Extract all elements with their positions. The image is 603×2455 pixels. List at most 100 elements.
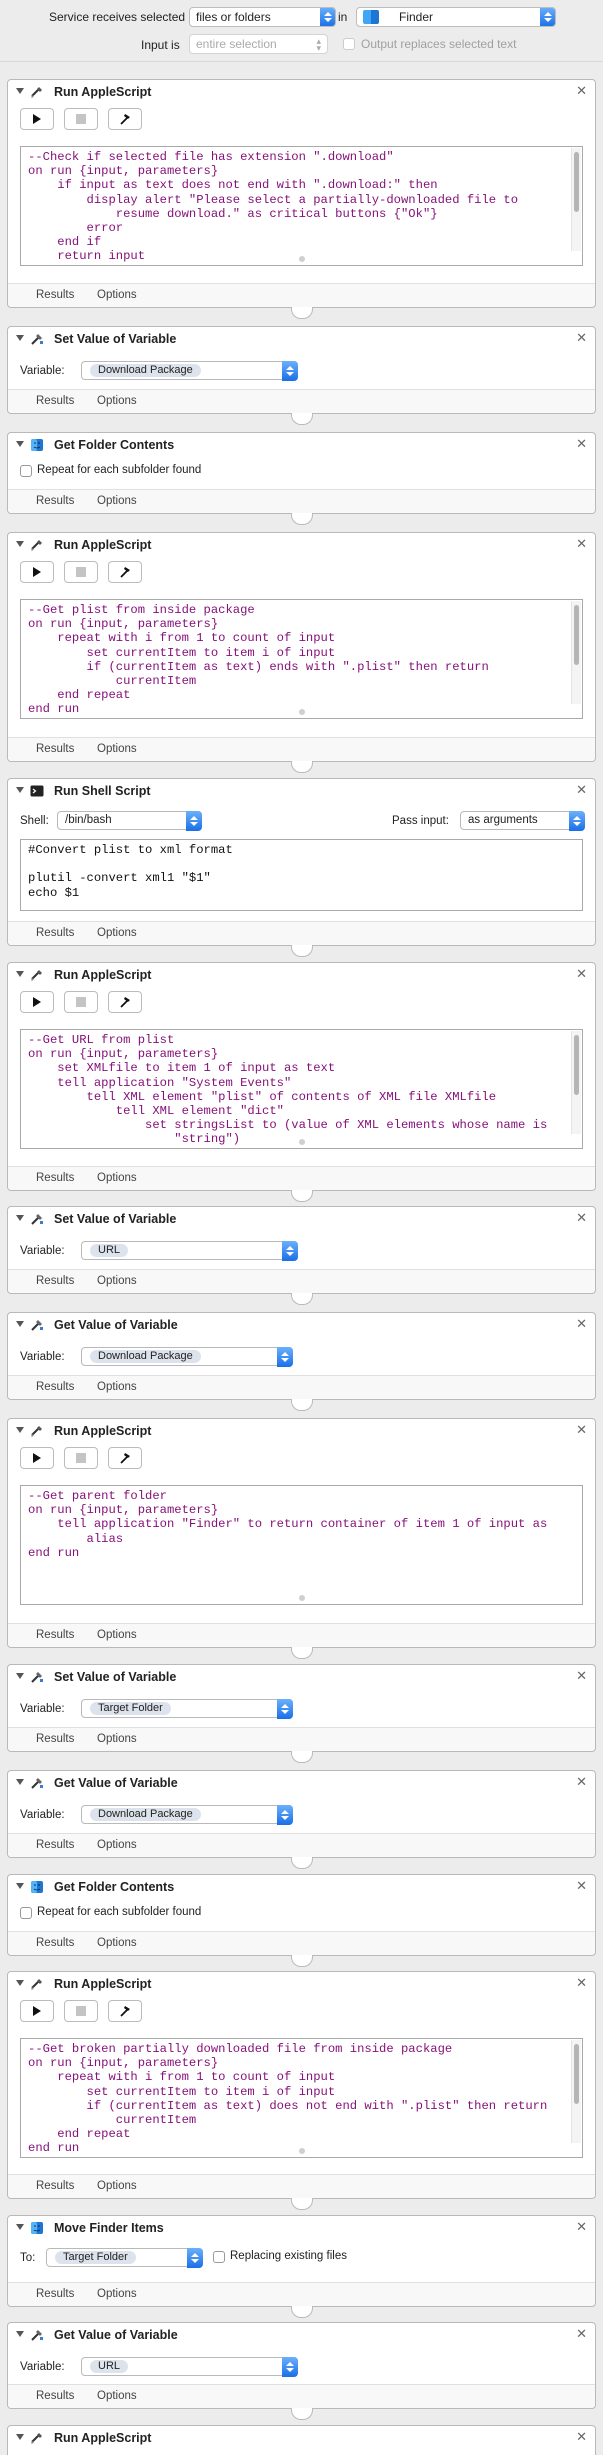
action-header[interactable]: Set Value of Variable ✕: [8, 327, 595, 351]
disclosure-triangle-icon[interactable]: [16, 1883, 24, 1889]
close-icon[interactable]: ✕: [576, 436, 587, 452]
options-tab[interactable]: Options: [97, 495, 137, 507]
stop-button[interactable]: [64, 108, 98, 130]
action-header[interactable]: Run AppleScript ✕: [8, 1419, 595, 1443]
scroll-thumb[interactable]: [574, 1035, 579, 1095]
action-header[interactable]: Run AppleScript ✕: [8, 2426, 595, 2450]
action-header[interactable]: Get Value of Variable ✕: [8, 1771, 595, 1795]
run-button[interactable]: [20, 991, 54, 1013]
disclosure-triangle-icon[interactable]: [16, 2331, 24, 2337]
resize-handle[interactable]: [298, 1139, 305, 1145]
variable-select[interactable]: Download Package: [81, 1805, 293, 1825]
resize-handle[interactable]: [298, 1595, 305, 1601]
variable-select[interactable]: Download Package: [81, 361, 298, 381]
scrollbar[interactable]: [571, 601, 581, 704]
stop-button[interactable]: [64, 561, 98, 583]
disclosure-triangle-icon[interactable]: [16, 1673, 24, 1679]
options-tab[interactable]: Options: [97, 395, 137, 407]
close-icon[interactable]: ✕: [576, 2219, 587, 2235]
applescript-editor[interactable]: --Get URL from plist on run {input, para…: [20, 1029, 583, 1149]
close-icon[interactable]: ✕: [576, 1316, 587, 1332]
action-header[interactable]: Get Folder Contents ✕: [8, 433, 595, 457]
options-tab[interactable]: Options: [97, 2288, 137, 2300]
results-tab[interactable]: Results: [36, 1839, 74, 1851]
run-button[interactable]: [20, 2000, 54, 2022]
options-tab[interactable]: Options: [97, 2180, 137, 2192]
scrollbar[interactable]: [571, 148, 581, 251]
close-icon[interactable]: ✕: [576, 1422, 587, 1438]
close-icon[interactable]: ✕: [576, 330, 587, 346]
action-header[interactable]: Run Shell Script ✕: [8, 779, 595, 803]
options-tab[interactable]: Options: [97, 2390, 137, 2402]
action-header[interactable]: Set Value of Variable ✕: [8, 1207, 595, 1231]
options-tab[interactable]: Options: [97, 743, 137, 755]
compile-button[interactable]: [108, 561, 142, 583]
results-tab[interactable]: Results: [36, 2180, 74, 2192]
results-tab[interactable]: Results: [36, 1381, 74, 1393]
compile-button[interactable]: [108, 2000, 142, 2022]
applescript-editor[interactable]: --Check if selected file has extension "…: [20, 146, 583, 266]
options-tab[interactable]: Options: [97, 1275, 137, 1287]
applescript-editor[interactable]: --Get plist from inside package on run {…: [20, 599, 583, 719]
shell-editor[interactable]: #Convert plist to xml format plutil -con…: [20, 839, 583, 911]
disclosure-triangle-icon[interactable]: [16, 787, 24, 793]
options-tab[interactable]: Options: [97, 1381, 137, 1393]
disclosure-triangle-icon[interactable]: [16, 1980, 24, 1986]
run-button[interactable]: [20, 108, 54, 130]
disclosure-triangle-icon[interactable]: [16, 2434, 24, 2440]
application-select[interactable]: Finder: [356, 7, 556, 27]
destination-select[interactable]: Target Folder: [46, 2248, 203, 2268]
applescript-editor[interactable]: --Get broken partially downloaded file f…: [20, 2038, 583, 2158]
repeat-subfolder-checkbox[interactable]: [20, 1907, 32, 1919]
stop-button[interactable]: [64, 991, 98, 1013]
close-icon[interactable]: ✕: [576, 83, 587, 99]
variable-select[interactable]: Download Package: [81, 1347, 293, 1367]
resize-handle[interactable]: [298, 709, 305, 715]
disclosure-triangle-icon[interactable]: [16, 1215, 24, 1221]
action-header[interactable]: Run AppleScript ✕: [8, 963, 595, 987]
disclosure-triangle-icon[interactable]: [16, 971, 24, 977]
action-header[interactable]: Run AppleScript ✕: [8, 533, 595, 557]
options-tab[interactable]: Options: [97, 1172, 137, 1184]
action-header[interactable]: Run AppleScript ✕: [8, 80, 595, 104]
results-tab[interactable]: Results: [36, 927, 74, 939]
disclosure-triangle-icon[interactable]: [16, 1321, 24, 1327]
scrollbar[interactable]: [571, 1031, 581, 1134]
shell-select[interactable]: /bin/bash: [57, 811, 202, 831]
results-tab[interactable]: Results: [36, 395, 74, 407]
resize-handle[interactable]: [298, 2148, 305, 2154]
run-button[interactable]: [20, 1447, 54, 1469]
results-tab[interactable]: Results: [36, 289, 74, 301]
pass-input-select[interactable]: as arguments: [460, 811, 585, 831]
close-icon[interactable]: ✕: [576, 2429, 587, 2445]
variable-select[interactable]: URL: [81, 1241, 298, 1261]
results-tab[interactable]: Results: [36, 495, 74, 507]
close-icon[interactable]: ✕: [576, 1975, 587, 1991]
output-replaces-checkbox[interactable]: [343, 38, 355, 50]
input-is-select[interactable]: entire selection ▴ ▾: [189, 34, 328, 54]
applescript-editor[interactable]: --Get parent folder on run {input, param…: [20, 1485, 583, 1605]
results-tab[interactable]: Results: [36, 1733, 74, 1745]
results-tab[interactable]: Results: [36, 1629, 74, 1641]
scroll-thumb[interactable]: [574, 152, 579, 212]
close-icon[interactable]: ✕: [576, 1668, 587, 1684]
close-icon[interactable]: ✕: [576, 2326, 587, 2342]
resize-handle[interactable]: [298, 256, 305, 262]
options-tab[interactable]: Options: [97, 1839, 137, 1851]
disclosure-triangle-icon[interactable]: [16, 2224, 24, 2230]
action-header[interactable]: Set Value of Variable ✕: [8, 1665, 595, 1689]
run-button[interactable]: [20, 561, 54, 583]
scroll-thumb[interactable]: [574, 2044, 579, 2104]
results-tab[interactable]: Results: [36, 2390, 74, 2402]
disclosure-triangle-icon[interactable]: [16, 88, 24, 94]
results-tab[interactable]: Results: [36, 1937, 74, 1949]
service-input-type-select[interactable]: files or folders: [189, 7, 336, 27]
action-header[interactable]: Run AppleScript ✕: [8, 1972, 595, 1996]
compile-button[interactable]: [108, 1447, 142, 1469]
stop-button[interactable]: [64, 2000, 98, 2022]
results-tab[interactable]: Results: [36, 743, 74, 755]
close-icon[interactable]: ✕: [576, 1210, 587, 1226]
results-tab[interactable]: Results: [36, 2288, 74, 2300]
disclosure-triangle-icon[interactable]: [16, 335, 24, 341]
disclosure-triangle-icon[interactable]: [16, 1779, 24, 1785]
